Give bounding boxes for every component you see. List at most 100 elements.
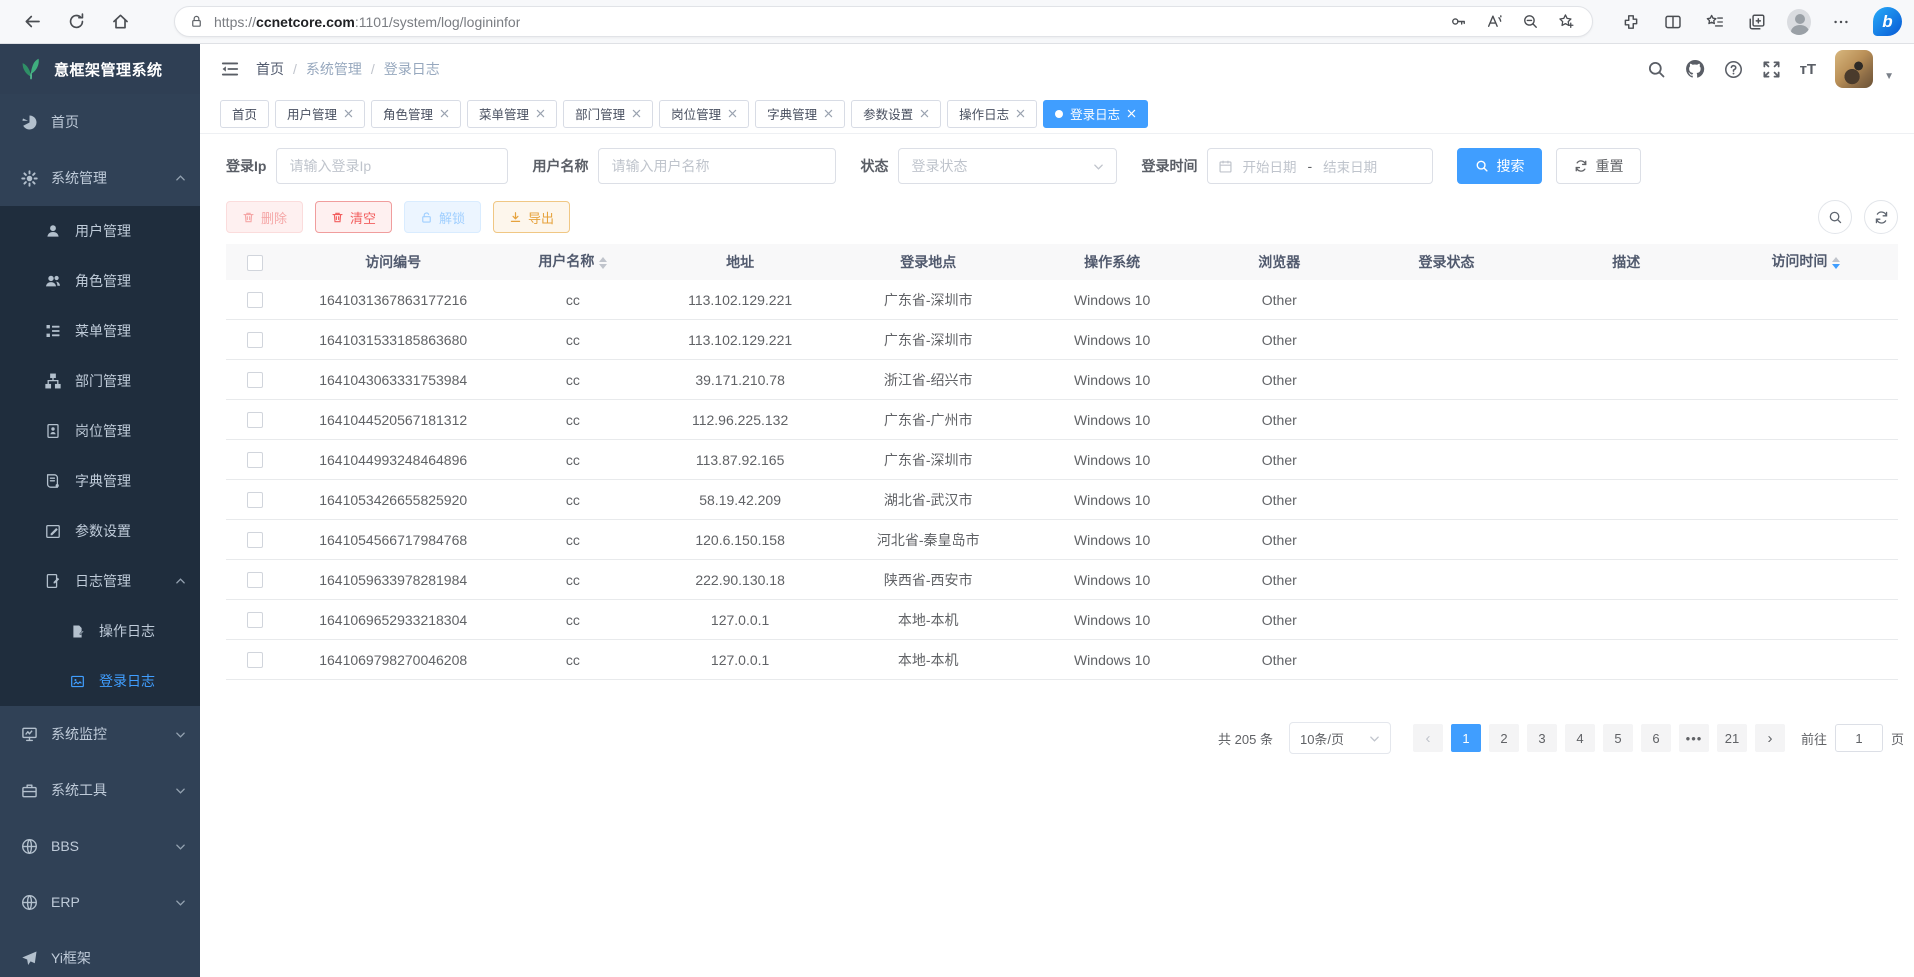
unlock-button[interactable]: 解锁 [404, 201, 481, 233]
sort-caret-icon[interactable] [1832, 253, 1840, 273]
row-checkbox[interactable] [247, 452, 263, 468]
username-input[interactable] [598, 148, 836, 184]
search-button[interactable]: 搜索 [1457, 148, 1542, 184]
github-icon[interactable] [1685, 59, 1705, 79]
page-button-1[interactable]: 1 [1451, 724, 1481, 752]
status-select[interactable]: 登录状态 [898, 148, 1117, 184]
login-ip-input[interactable] [276, 148, 508, 184]
close-tab-icon[interactable] [1016, 109, 1025, 118]
back-icon[interactable] [12, 5, 52, 39]
sidebar-item-menu-mgmt[interactable]: 菜单管理 [0, 306, 200, 356]
close-tab-icon[interactable] [536, 109, 545, 118]
help-icon[interactable] [1724, 60, 1743, 79]
fullscreen-icon[interactable] [1762, 60, 1781, 79]
date-range-picker[interactable]: 开始日期 - 结束日期 [1207, 148, 1433, 184]
sidebar-item-log-mgmt[interactable]: 日志管理 [0, 556, 200, 606]
close-tab-icon[interactable] [920, 109, 929, 118]
sidebar-item-erp[interactable]: ERP [0, 874, 200, 930]
page-button-4[interactable]: 4 [1565, 724, 1595, 752]
delete-button[interactable]: 删除 [226, 201, 303, 233]
row-checkbox[interactable] [247, 412, 263, 428]
sidebar-item-system-tools[interactable]: 系统工具 [0, 762, 200, 818]
sidebar-item-param-settings[interactable]: 参数设置 [0, 506, 200, 556]
close-tab-icon[interactable] [1127, 109, 1136, 118]
copilot-icon[interactable]: b [1873, 7, 1902, 36]
search-icon[interactable] [1647, 60, 1666, 79]
row-checkbox[interactable] [247, 372, 263, 388]
col-username[interactable]: 用户名称 [502, 251, 644, 272]
tab-param-settings[interactable]: 参数设置 [851, 100, 941, 128]
split-screen-icon[interactable] [1653, 5, 1693, 39]
sidebar-item-operation-log[interactable]: 操作日志 [0, 606, 200, 656]
next-page-button[interactable]: › [1755, 724, 1785, 752]
row-checkbox[interactable] [247, 652, 263, 668]
sort-caret-icon[interactable] [599, 253, 607, 273]
page-button-3[interactable]: 3 [1527, 724, 1557, 752]
tab-dict-mgmt[interactable]: 字典管理 [755, 100, 845, 128]
tab-login-log[interactable]: 登录日志 [1043, 100, 1148, 128]
sidebar-item-home[interactable]: 首页 [0, 94, 200, 150]
font-size-icon[interactable]: тT [1800, 61, 1817, 78]
user-avatar[interactable] [1835, 50, 1873, 88]
tab-post-mgmt[interactable]: 岗位管理 [659, 100, 749, 128]
page-size-select[interactable]: 10条/页 [1289, 722, 1391, 754]
col-access-time[interactable]: 访问时间 [1714, 251, 1898, 272]
sidebar-item-post-mgmt[interactable]: 岗位管理 [0, 406, 200, 456]
sidebar-item-system-monitor[interactable]: 系统监控 [0, 706, 200, 762]
reset-button[interactable]: 重置 [1556, 148, 1641, 184]
address-bar[interactable]: https://ccnetcore.com:1101/system/log/lo… [174, 6, 1593, 37]
sidebar-collapse-icon[interactable] [220, 59, 240, 79]
tab-role-mgmt[interactable]: 角色管理 [371, 100, 461, 128]
row-checkbox[interactable] [247, 532, 263, 548]
close-tab-icon[interactable] [632, 109, 641, 118]
sidebar-item-bbs[interactable]: BBS [0, 818, 200, 874]
export-button[interactable]: 导出 [493, 201, 570, 233]
tab-menu-mgmt[interactable]: 菜单管理 [467, 100, 557, 128]
tab-user-mgmt[interactable]: 用户管理 [275, 100, 365, 128]
close-tab-icon[interactable] [728, 109, 737, 118]
sidebar-item-user-mgmt[interactable]: 用户管理 [0, 206, 200, 256]
prev-page-button[interactable]: ‹ [1413, 724, 1443, 752]
refresh-table-button[interactable] [1864, 200, 1898, 234]
home-icon[interactable] [100, 5, 140, 39]
show-search-button[interactable] [1818, 200, 1852, 234]
row-checkbox[interactable] [247, 572, 263, 588]
zoom-out-icon[interactable] [1514, 5, 1546, 39]
clear-button[interactable]: 清空 [315, 201, 392, 233]
sidebar-item-dict-mgmt[interactable]: 字典管理 [0, 456, 200, 506]
pagination: 共 205 条 10条/页 ‹ 1 2 3 4 5 6 ••• 21 › 前往 … [200, 722, 1904, 754]
sidebar-item-login-log[interactable]: 登录日志 [0, 656, 200, 706]
breadcrumb-system[interactable]: 系统管理 [306, 59, 362, 79]
favorites-hub-icon[interactable] [1695, 5, 1735, 39]
row-checkbox[interactable] [247, 332, 263, 348]
more-pages-button[interactable]: ••• [1679, 724, 1709, 752]
tab-home[interactable]: 首页 [220, 100, 269, 128]
close-tab-icon[interactable] [824, 109, 833, 118]
extensions-icon[interactable] [1611, 5, 1651, 39]
page-button-2[interactable]: 2 [1489, 724, 1519, 752]
page-button-6[interactable]: 6 [1641, 724, 1671, 752]
breadcrumb-home[interactable]: 首页 [256, 59, 284, 79]
close-tab-icon[interactable] [344, 109, 353, 118]
browser-profile-icon[interactable] [1779, 5, 1819, 39]
close-tab-icon[interactable] [440, 109, 449, 118]
collections-icon[interactable] [1737, 5, 1777, 39]
sidebar-item-system-mgmt[interactable]: 系统管理 [0, 150, 200, 206]
goto-page-input[interactable] [1835, 724, 1883, 752]
password-key-icon[interactable] [1442, 5, 1474, 39]
row-checkbox[interactable] [247, 612, 263, 628]
sidebar-item-yi-framework[interactable]: Yi框架 [0, 930, 200, 977]
row-checkbox[interactable] [247, 492, 263, 508]
tab-dept-mgmt[interactable]: 部门管理 [563, 100, 653, 128]
row-checkbox[interactable] [247, 292, 263, 308]
refresh-icon[interactable] [56, 5, 96, 39]
page-button-5[interactable]: 5 [1603, 724, 1633, 752]
select-all-checkbox[interactable] [247, 255, 263, 271]
sidebar-item-role-mgmt[interactable]: 角色管理 [0, 256, 200, 306]
tab-operation-log[interactable]: 操作日志 [947, 100, 1037, 128]
favorite-add-icon[interactable] [1550, 5, 1582, 39]
read-aloud-icon[interactable] [1478, 5, 1510, 39]
more-icon[interactable] [1821, 5, 1861, 39]
page-button-21[interactable]: 21 [1717, 724, 1747, 752]
sidebar-item-dept-mgmt[interactable]: 部门管理 [0, 356, 200, 406]
